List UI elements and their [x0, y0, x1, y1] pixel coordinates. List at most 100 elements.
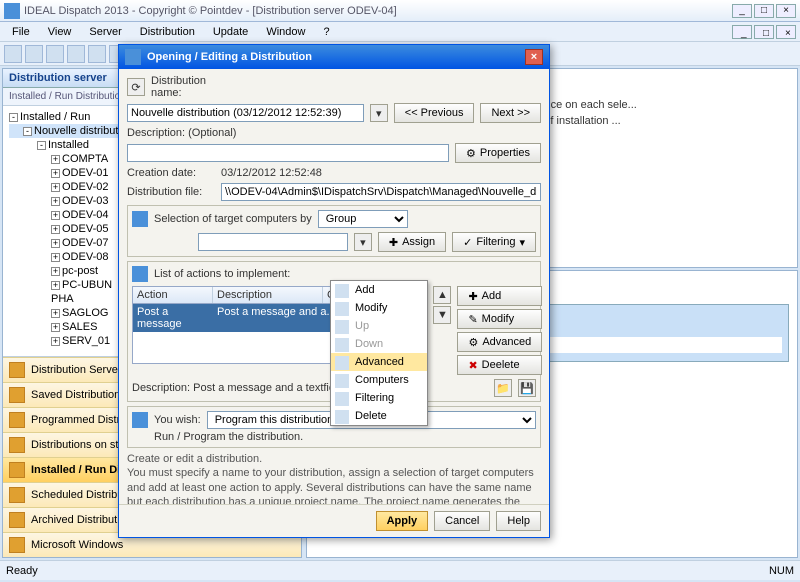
- assign-icon: ✚: [389, 236, 398, 249]
- tree-root[interactable]: Installed / Run: [20, 111, 90, 123]
- tree-item[interactable]: SERV_01: [62, 335, 110, 347]
- tool-3[interactable]: [46, 45, 64, 63]
- tool-4[interactable]: [67, 45, 85, 63]
- filtering-button[interactable]: ✓Filtering▾: [452, 232, 536, 252]
- tree-item[interactable]: SAGLOG: [62, 307, 108, 319]
- dialog-close-button[interactable]: ×: [525, 49, 543, 65]
- tree-item[interactable]: SALES: [62, 321, 97, 333]
- row-desc: Description: Post a message and a textfi…: [132, 382, 488, 394]
- target-select[interactable]: Group: [318, 210, 408, 228]
- context-menu: Add Modify Up Down Advanced Computers Fi…: [330, 280, 428, 426]
- menu-server[interactable]: Server: [81, 24, 129, 40]
- dfile-input[interactable]: [221, 183, 541, 201]
- ctx-advanced[interactable]: Advanced: [331, 353, 427, 371]
- save-icon: [9, 387, 25, 403]
- menu-update[interactable]: Update: [205, 24, 256, 40]
- move-up-icon[interactable]: ▲: [433, 286, 451, 304]
- gear-icon: ⚙: [468, 336, 478, 349]
- wish-label: You wish:: [154, 414, 201, 426]
- refresh-icon[interactable]: ⟳: [127, 78, 145, 96]
- menubar: File View Server Distribution Update Win…: [0, 22, 800, 42]
- help-text: Create or edit a distribution. You must …: [127, 452, 541, 504]
- desc-label: Description: (Optional): [127, 127, 236, 139]
- target-input[interactable]: [198, 233, 348, 251]
- ctx-modify[interactable]: Modify: [331, 299, 427, 317]
- ctx-add[interactable]: Add: [331, 281, 427, 299]
- tool-1[interactable]: [4, 45, 22, 63]
- tree-item[interactable]: COMPTA: [62, 153, 108, 165]
- assign-button[interactable]: ✚Assign: [378, 232, 446, 252]
- properties-button[interactable]: ⚙Properties: [455, 143, 541, 163]
- tool-5[interactable]: [88, 45, 106, 63]
- tree-installed[interactable]: Installed: [48, 139, 89, 151]
- desc-input[interactable]: [127, 144, 449, 162]
- menu-view[interactable]: View: [40, 24, 80, 40]
- tree-item[interactable]: ODEV-02: [62, 181, 108, 193]
- clock-icon: [9, 412, 25, 428]
- menu-help[interactable]: ?: [315, 24, 337, 40]
- maximize-button[interactable]: □: [754, 4, 774, 18]
- edit-icon: ✎: [468, 313, 477, 326]
- ctx-delete[interactable]: Delete: [331, 407, 427, 425]
- status-ready: Ready: [6, 565, 38, 577]
- schedule-icon: [9, 487, 25, 503]
- wish-desc: Run / Program the distribution.: [132, 429, 536, 443]
- actions-icon: [132, 266, 148, 282]
- save-icon[interactable]: 💾: [518, 379, 536, 397]
- tree-item[interactable]: ODEV-01: [62, 167, 108, 179]
- windows-icon: [9, 537, 25, 553]
- tree-item[interactable]: ODEV-03: [62, 195, 108, 207]
- mdi-minimize[interactable]: _: [732, 25, 752, 39]
- target-icon: [132, 211, 148, 227]
- dialog-title: Opening / Editing a Distribution: [147, 51, 312, 63]
- ctx-up: Up: [331, 317, 427, 335]
- target-label: Selection of target computers by: [154, 213, 312, 225]
- ctx-down: Down: [331, 335, 427, 353]
- advanced-button[interactable]: ⚙Advanced: [457, 332, 542, 352]
- delete-button[interactable]: ✖Deelete: [457, 355, 542, 375]
- menu-distribution[interactable]: Distribution: [132, 24, 203, 40]
- col-action[interactable]: Action: [133, 287, 213, 303]
- modify-button[interactable]: ✎Modify: [457, 309, 542, 329]
- next-button[interactable]: Next >>: [480, 103, 541, 123]
- menu-window[interactable]: Window: [258, 24, 313, 40]
- tree-item[interactable]: ODEV-05: [62, 223, 108, 235]
- status-num: NUM: [769, 565, 794, 577]
- mdi-restore[interactable]: □: [754, 25, 774, 39]
- app-icon: [4, 3, 20, 19]
- cdate-value: 03/12/2012 12:52:48: [221, 167, 322, 179]
- tool-2[interactable]: [25, 45, 43, 63]
- filter-icon: ✓: [463, 236, 472, 249]
- move-down-icon[interactable]: ▼: [433, 306, 451, 324]
- dialog-titlebar[interactable]: Opening / Editing a Distribution ×: [119, 45, 549, 69]
- open-icon[interactable]: 📁: [494, 379, 512, 397]
- statusbar: Ready NUM: [0, 560, 800, 580]
- tree-item[interactable]: ODEV-07: [62, 237, 108, 249]
- tree-item[interactable]: ODEV-08: [62, 251, 108, 263]
- ctx-filtering[interactable]: Filtering: [331, 389, 427, 407]
- menu-file[interactable]: File: [4, 24, 38, 40]
- server-icon: [9, 362, 25, 378]
- tree-item[interactable]: ODEV-04: [62, 209, 108, 221]
- wish-icon: [132, 412, 148, 428]
- minimize-button[interactable]: _: [732, 4, 752, 18]
- apply-button[interactable]: Apply: [376, 511, 429, 531]
- col-desc[interactable]: Description: [213, 287, 323, 303]
- target-dropdown-icon[interactable]: ▾: [354, 233, 372, 251]
- ctx-computers[interactable]: Computers: [331, 371, 427, 389]
- help-button[interactable]: Help: [496, 511, 541, 531]
- add-button[interactable]: ✚Add: [457, 286, 542, 306]
- dist-name-label: Distribution name:: [151, 75, 239, 99]
- plus-icon: ✚: [468, 290, 477, 303]
- dialog-icon: [125, 49, 141, 65]
- tree-item[interactable]: PHA: [51, 293, 74, 305]
- dropdown-icon[interactable]: ▾: [370, 104, 388, 122]
- properties-icon: ⚙: [466, 147, 476, 160]
- close-button[interactable]: ×: [776, 4, 796, 18]
- tree-item[interactable]: PC-UBUN: [62, 279, 112, 291]
- dist-name-input[interactable]: [127, 104, 364, 122]
- cancel-button[interactable]: Cancel: [434, 511, 490, 531]
- prev-button[interactable]: << Previous: [394, 103, 475, 123]
- tree-item[interactable]: pc-post: [62, 265, 98, 277]
- mdi-close[interactable]: ×: [776, 25, 796, 39]
